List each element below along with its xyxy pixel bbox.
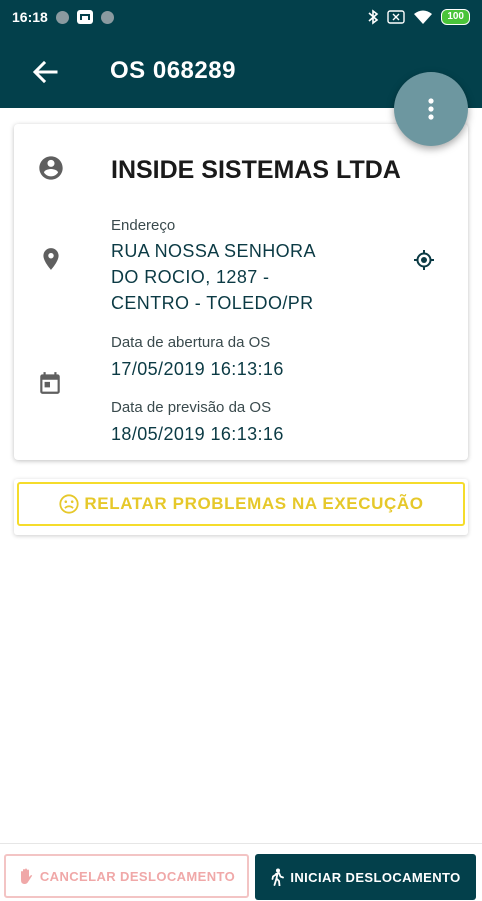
battery-indicator: 100 bbox=[441, 9, 470, 25]
forecast-date-label: Data de previsão da OS bbox=[111, 399, 272, 416]
address-line-3: CENTRO - TOLEDO/PR bbox=[111, 293, 314, 313]
status-time: 16:18 bbox=[12, 9, 48, 25]
back-button[interactable] bbox=[30, 58, 60, 86]
cancel-trip-label: CANCELAR DESLOCAMENTO bbox=[39, 868, 236, 884]
signal-off-icon bbox=[387, 10, 406, 24]
sad-face-icon bbox=[59, 494, 80, 514]
account-circle-icon bbox=[39, 156, 63, 180]
arrow-back-icon bbox=[32, 60, 58, 84]
more-vert-icon bbox=[428, 98, 434, 120]
my-location-icon[interactable] bbox=[412, 248, 436, 272]
app-notification-icon bbox=[76, 10, 93, 24]
location-pin-icon bbox=[43, 248, 59, 270]
page-title: OS 068289 bbox=[110, 57, 236, 84]
company-name: INSIDE SISTEMAS LTDA bbox=[111, 156, 401, 184]
bottom-action-bar: CANCELAR DESLOCAMENTO INICIAR DESLOCAMEN… bbox=[0, 843, 482, 901]
forecast-date-value: 18/05/2019 16:13:16 bbox=[111, 424, 284, 444]
address-label: Endereço bbox=[111, 217, 176, 234]
start-trip-label: INICIAR DESLOCAMENTO bbox=[290, 869, 461, 885]
opening-date-value: 17/05/2019 16:13:16 bbox=[111, 359, 284, 379]
start-trip-button[interactable]: INICIAR DESLOCAMENTO bbox=[255, 854, 476, 900]
walking-icon bbox=[271, 868, 285, 886]
bluetooth-icon bbox=[368, 9, 379, 25]
calendar-icon bbox=[40, 372, 60, 394]
address-line-1: RUA NOSSA SENHORA bbox=[111, 241, 316, 261]
address-line-2: DO ROCIO, 1287 - bbox=[111, 267, 270, 287]
report-problem-container: RELATAR PROBLEMAS NA EXECUÇÃO bbox=[14, 479, 468, 535]
opening-date-label: Data de abertura da OS bbox=[111, 334, 271, 351]
hand-stop-icon bbox=[20, 868, 33, 884]
report-problem-label: RELATAR PROBLEMAS NA EXECUÇÃO bbox=[84, 494, 424, 513]
notification-dot-icon bbox=[100, 10, 114, 24]
status-bar-right: 100 bbox=[367, 9, 470, 25]
status-bar-left: 16:18 bbox=[12, 9, 114, 25]
more-options-button[interactable] bbox=[394, 72, 468, 146]
notification-dot-icon bbox=[55, 10, 69, 24]
os-details-card: INSIDE SISTEMAS LTDA Endereço RUA NOSSA … bbox=[14, 124, 468, 460]
status-bar: 16:18 100 bbox=[0, 0, 482, 34]
cancel-trip-button[interactable]: CANCELAR DESLOCAMENTO bbox=[4, 854, 249, 898]
report-problem-button[interactable]: RELATAR PROBLEMAS NA EXECUÇÃO bbox=[17, 482, 465, 526]
wifi-icon bbox=[414, 10, 433, 24]
